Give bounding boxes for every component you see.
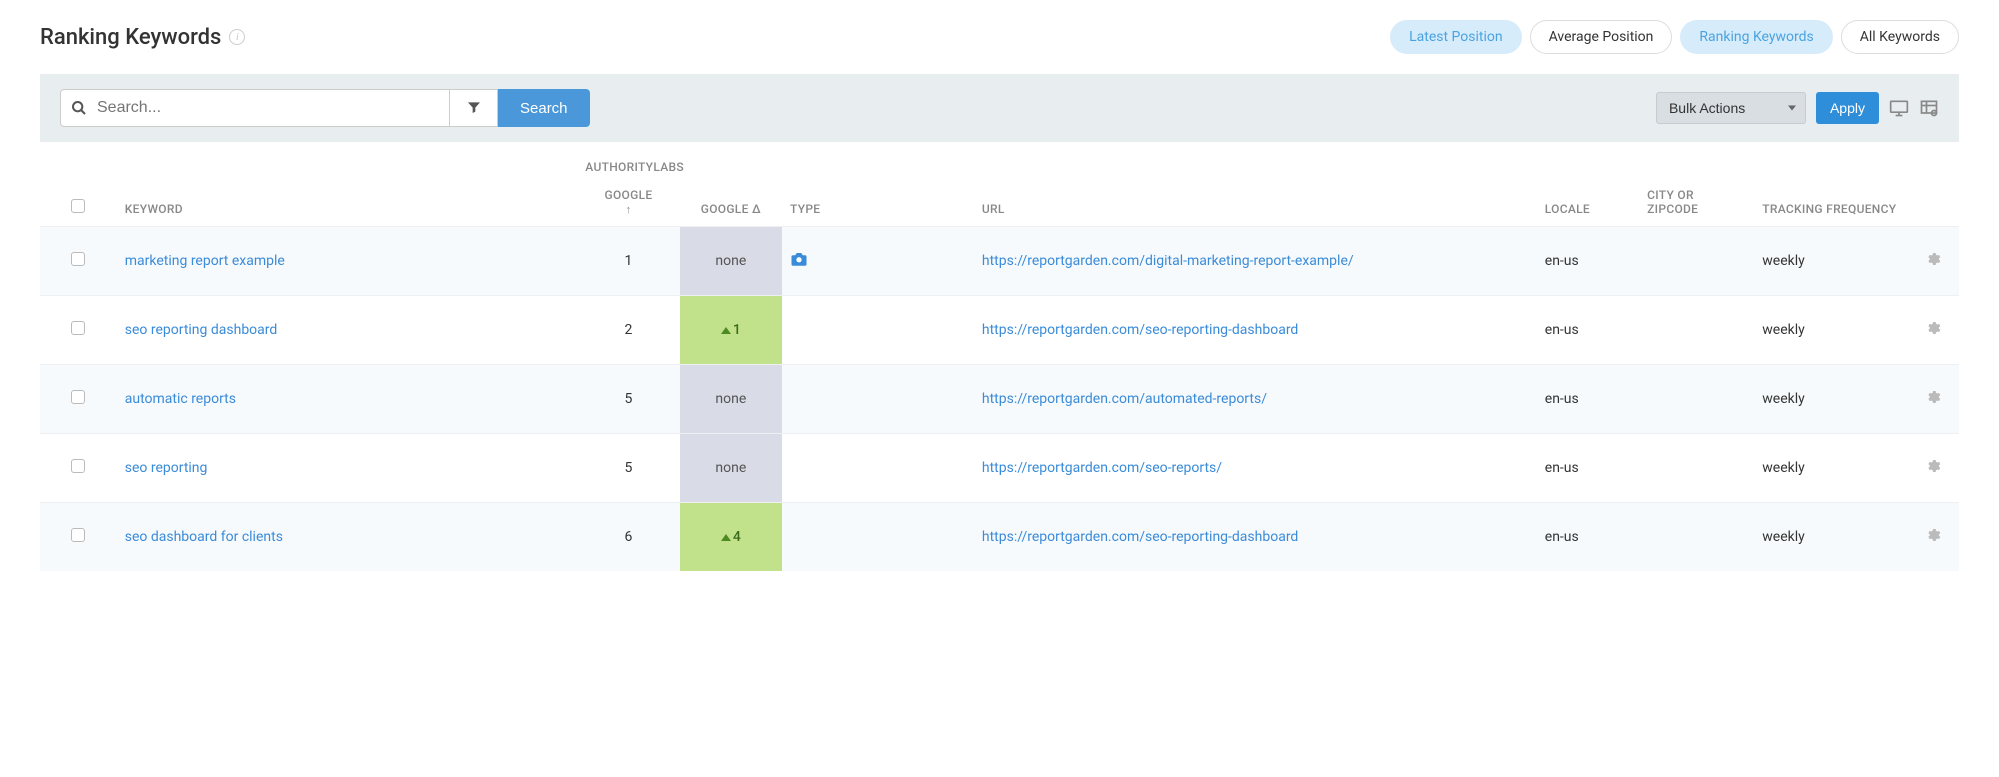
city-value xyxy=(1639,503,1754,572)
city-value xyxy=(1639,227,1754,296)
delta-value: none xyxy=(715,460,746,476)
column-locale[interactable]: LOCALE xyxy=(1537,178,1639,227)
delta-value: 4 xyxy=(733,529,741,545)
keyword-link[interactable]: seo reporting xyxy=(125,460,208,476)
google-delta-cell: none xyxy=(680,365,782,434)
row-checkbox[interactable] xyxy=(71,528,85,542)
locale-value: en-us xyxy=(1537,227,1639,296)
camera-icon[interactable] xyxy=(790,250,808,268)
search-button[interactable]: Search xyxy=(498,89,590,127)
locale-value: en-us xyxy=(1537,296,1639,365)
row-checkbox[interactable] xyxy=(71,390,85,404)
table-row: seo reporting dashboard 2 1 https://reportg… xyxy=(40,296,1959,365)
url-link[interactable]: https://reportgarden.com/seo-reporting-d… xyxy=(982,529,1298,545)
search-input[interactable] xyxy=(87,91,449,125)
row-checkbox[interactable] xyxy=(71,321,85,335)
trend-up-icon xyxy=(721,534,731,541)
toolbar: Search Bulk Actions Apply xyxy=(40,74,1959,142)
city-value xyxy=(1639,365,1754,434)
keyword-link[interactable]: seo dashboard for clients xyxy=(125,529,283,545)
trend-up-icon xyxy=(721,327,731,334)
locale-value: en-us xyxy=(1537,434,1639,503)
keyword-link[interactable]: seo reporting dashboard xyxy=(125,322,278,338)
column-google-delta[interactable]: GOOGLE Δ xyxy=(680,178,782,227)
delta-value: 1 xyxy=(733,322,741,338)
view-pill-group: Latest PositionAverage PositionRanking K… xyxy=(1390,20,1959,54)
frequency-value: weekly xyxy=(1754,434,1908,503)
column-freq[interactable]: TRACKING FREQUENCY xyxy=(1754,178,1908,227)
column-group-authoritylabs: AUTHORITYLABS xyxy=(577,142,782,178)
delta-value: none xyxy=(715,253,746,269)
gear-icon[interactable] xyxy=(1925,458,1941,474)
gear-icon[interactable] xyxy=(1925,527,1941,543)
filter-icon xyxy=(466,99,482,118)
keyword-link[interactable]: automatic reports xyxy=(125,391,236,407)
table-row: seo dashboard for clients 6 4 https://repor… xyxy=(40,503,1959,572)
locale-value: en-us xyxy=(1537,503,1639,572)
google-position: 5 xyxy=(577,365,679,434)
column-city[interactable]: CITY OR ZIPCODE xyxy=(1639,178,1754,227)
page-title: Ranking Keywords xyxy=(40,25,221,50)
column-google[interactable]: GOOGLE ↑ xyxy=(577,178,679,227)
view-pill-0[interactable]: Latest Position xyxy=(1390,20,1522,54)
column-keyword[interactable]: KEYWORD xyxy=(117,178,578,227)
google-delta-cell: none xyxy=(680,434,782,503)
columns-settings-icon[interactable] xyxy=(1919,98,1939,118)
url-link[interactable]: https://reportgarden.com/seo-reporting-d… xyxy=(982,322,1298,338)
google-delta-cell: 4 xyxy=(680,503,782,572)
select-all-checkbox[interactable] xyxy=(71,199,85,213)
google-position: 6 xyxy=(577,503,679,572)
view-pill-3[interactable]: All Keywords xyxy=(1841,20,1959,54)
sort-asc-icon: ↑ xyxy=(626,203,632,216)
frequency-value: weekly xyxy=(1754,227,1908,296)
view-pill-1[interactable]: Average Position xyxy=(1530,20,1673,54)
google-delta-cell: 1 xyxy=(680,296,782,365)
keyword-link[interactable]: marketing report example xyxy=(125,253,285,269)
info-icon[interactable]: i xyxy=(229,29,245,45)
monitor-icon[interactable] xyxy=(1889,98,1909,118)
gear-icon[interactable] xyxy=(1925,251,1941,267)
search-icon xyxy=(71,100,87,116)
city-value xyxy=(1639,434,1754,503)
google-position: 5 xyxy=(577,434,679,503)
gear-icon[interactable] xyxy=(1925,320,1941,336)
locale-value: en-us xyxy=(1537,365,1639,434)
frequency-value: weekly xyxy=(1754,503,1908,572)
url-link[interactable]: https://reportgarden.com/digital-marketi… xyxy=(982,253,1354,269)
row-checkbox[interactable] xyxy=(71,252,85,266)
google-delta-cell: none xyxy=(680,227,782,296)
filter-button[interactable] xyxy=(450,89,498,127)
bulk-actions-select[interactable]: Bulk Actions xyxy=(1656,92,1806,124)
row-checkbox[interactable] xyxy=(71,459,85,473)
table-row: marketing report example 1 none https://rep… xyxy=(40,227,1959,296)
apply-button[interactable]: Apply xyxy=(1816,92,1879,124)
column-url[interactable]: URL xyxy=(974,178,1537,227)
google-position: 1 xyxy=(577,227,679,296)
url-link[interactable]: https://reportgarden.com/automated-repor… xyxy=(982,391,1267,407)
city-value xyxy=(1639,296,1754,365)
column-type[interactable]: TYPE xyxy=(782,178,974,227)
table-row: automatic reports 5 none https://reportgard… xyxy=(40,365,1959,434)
delta-value: none xyxy=(715,391,746,407)
google-position: 2 xyxy=(577,296,679,365)
view-pill-2[interactable]: Ranking Keywords xyxy=(1680,20,1832,54)
url-link[interactable]: https://reportgarden.com/seo-reports/ xyxy=(982,460,1222,476)
frequency-value: weekly xyxy=(1754,296,1908,365)
table-row: seo reporting 5 none https://reportgarden.c… xyxy=(40,434,1959,503)
gear-icon[interactable] xyxy=(1925,389,1941,405)
frequency-value: weekly xyxy=(1754,365,1908,434)
